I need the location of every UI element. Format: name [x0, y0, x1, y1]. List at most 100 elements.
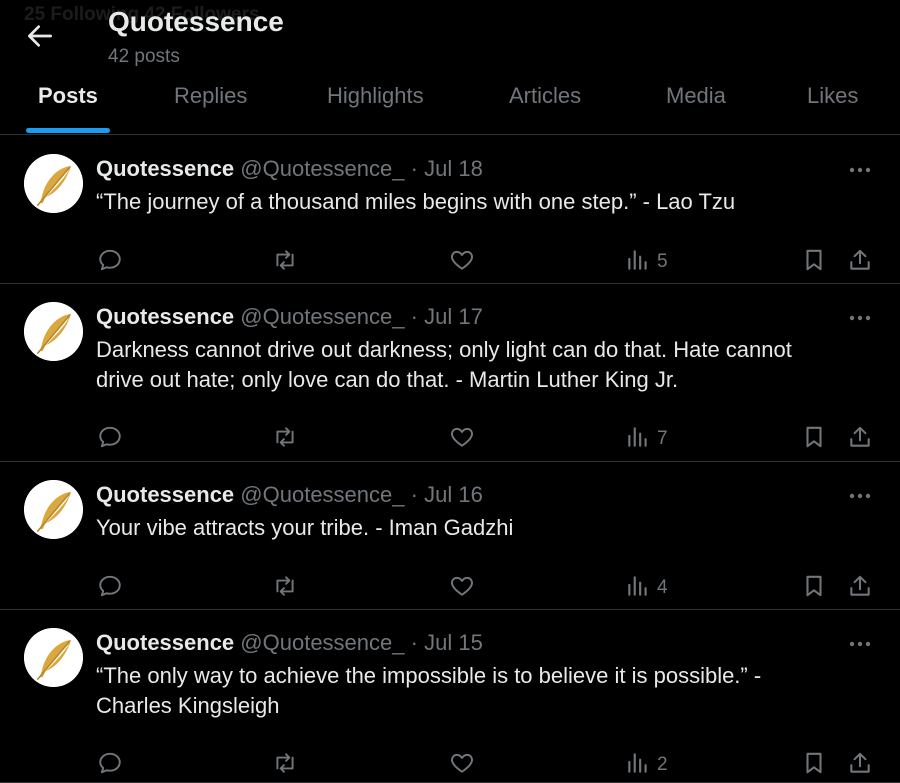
- bookmark-icon: [801, 424, 827, 455]
- views-count: 5: [657, 251, 668, 272]
- reply-button[interactable]: [97, 752, 123, 778]
- bookmark-icon: [801, 750, 827, 781]
- meta-separator: ·: [410, 630, 418, 655]
- views-button[interactable]: 7: [625, 426, 668, 452]
- views-button[interactable]: 2: [625, 752, 668, 778]
- bookmark-button[interactable]: [801, 752, 827, 778]
- heart-icon: [449, 247, 475, 278]
- post-date[interactable]: Jul 17: [424, 304, 483, 329]
- repost-icon: [272, 247, 298, 278]
- bookmark-icon: [801, 573, 827, 604]
- bar-chart-icon: [625, 424, 651, 455]
- like-button[interactable]: [449, 575, 475, 601]
- bar-chart-icon: [625, 247, 651, 278]
- post-text-line: “The journey of a thousand miles begins …: [96, 189, 736, 214]
- share-button[interactable]: [847, 426, 873, 452]
- share-button[interactable]: [847, 752, 873, 778]
- tab-replies[interactable]: Replies: [174, 72, 247, 134]
- repost-button[interactable]: [272, 752, 298, 778]
- bookmark-button[interactable]: [801, 249, 827, 275]
- bookmark-button[interactable]: [801, 426, 827, 452]
- repost-icon: [272, 573, 298, 604]
- tab-media[interactable]: Media: [666, 72, 726, 134]
- avatar[interactable]: [24, 154, 83, 213]
- author-handle[interactable]: @Quotessence_: [240, 156, 404, 181]
- profile-tabs: Posts Replies Highlights Articles Media …: [0, 72, 900, 135]
- post-text: Darkness cannot drive out darkness; only…: [96, 335, 856, 395]
- post-text-line: “The only way to achieve the impossible …: [96, 663, 762, 688]
- meta-separator: ·: [410, 304, 418, 329]
- share-icon: [847, 750, 873, 781]
- post-count: 42 posts: [108, 46, 180, 67]
- more-horizontal-icon[interactable]: [845, 637, 875, 651]
- bookmark-icon: [801, 247, 827, 278]
- reply-icon: [97, 247, 123, 278]
- profile-header: 25 Following 42 Followers Quotessence 42…: [0, 0, 900, 72]
- post-meta: Quotessence @Quotessence_ · Jul 16: [96, 482, 483, 508]
- reply-icon: [97, 573, 123, 604]
- post-item[interactable]: Quotessence @Quotessence_ · Jul 15 “The o…: [0, 610, 900, 783]
- more-horizontal-icon[interactable]: [845, 163, 875, 177]
- avatar[interactable]: [24, 480, 83, 539]
- like-button[interactable]: [449, 752, 475, 778]
- views-count: 4: [657, 577, 668, 598]
- reply-icon: [97, 424, 123, 455]
- author-name[interactable]: Quotessence: [96, 304, 234, 329]
- post-text-line: drive out hate; only love can do that. -…: [96, 367, 679, 392]
- arrow-left-icon[interactable]: [24, 20, 56, 52]
- tab-posts[interactable]: Posts: [38, 72, 98, 134]
- views-button[interactable]: 4: [625, 575, 668, 601]
- tab-highlights[interactable]: Highlights: [327, 72, 424, 134]
- author-handle[interactable]: @Quotessence_: [240, 630, 404, 655]
- post-text-line: Darkness cannot drive out darkness; only…: [96, 337, 792, 362]
- author-handle[interactable]: @Quotessence_: [240, 482, 404, 507]
- bookmark-button[interactable]: [801, 575, 827, 601]
- profile-title: Quotessence: [108, 6, 284, 37]
- reply-icon: [97, 750, 123, 781]
- author-handle[interactable]: @Quotessence_: [240, 304, 404, 329]
- post-text: “The journey of a thousand miles begins …: [96, 187, 856, 217]
- heart-icon: [449, 750, 475, 781]
- repost-icon: [272, 750, 298, 781]
- repost-button[interactable]: [272, 426, 298, 452]
- reply-button[interactable]: [97, 575, 123, 601]
- reply-button[interactable]: [97, 249, 123, 275]
- views-button[interactable]: 5: [625, 249, 668, 275]
- post-meta: Quotessence @Quotessence_ · Jul 18: [96, 156, 483, 182]
- share-icon: [847, 424, 873, 455]
- more-horizontal-icon[interactable]: [845, 311, 875, 325]
- post-date[interactable]: Jul 15: [424, 630, 483, 655]
- like-button[interactable]: [449, 249, 475, 275]
- active-tab-indicator: [26, 128, 110, 133]
- heart-icon: [449, 424, 475, 455]
- share-icon: [847, 573, 873, 604]
- author-name[interactable]: Quotessence: [96, 630, 234, 655]
- author-name[interactable]: Quotessence: [96, 156, 234, 181]
- meta-separator: ·: [410, 482, 418, 507]
- tab-articles[interactable]: Articles: [509, 72, 581, 134]
- post-item[interactable]: Quotessence @Quotessence_ · Jul 16 Your v…: [0, 462, 900, 610]
- tab-likes[interactable]: Likes: [807, 72, 858, 134]
- repost-button[interactable]: [272, 249, 298, 275]
- post-item[interactable]: Quotessence @Quotessence_ · Jul 17 Darkne…: [0, 284, 900, 462]
- share-button[interactable]: [847, 249, 873, 275]
- avatar[interactable]: [24, 302, 83, 361]
- heart-icon: [449, 573, 475, 604]
- reply-button[interactable]: [97, 426, 123, 452]
- post-date[interactable]: Jul 18: [424, 156, 483, 181]
- avatar[interactable]: [24, 628, 83, 687]
- views-count: 7: [657, 428, 668, 449]
- post-text: Your vibe attracts your tribe. - Iman Ga…: [96, 513, 856, 543]
- views-count: 2: [657, 754, 668, 775]
- like-button[interactable]: [449, 426, 475, 452]
- author-name[interactable]: Quotessence: [96, 482, 234, 507]
- post-text-line: Your vibe attracts your tribe. - Iman Ga…: [96, 515, 514, 540]
- repost-button[interactable]: [272, 575, 298, 601]
- bar-chart-icon: [625, 750, 651, 781]
- share-button[interactable]: [847, 575, 873, 601]
- post-text: “The only way to achieve the impossible …: [96, 661, 856, 721]
- post-meta: Quotessence @Quotessence_ · Jul 17: [96, 304, 483, 330]
- more-horizontal-icon[interactable]: [845, 489, 875, 503]
- post-item[interactable]: Quotessence @Quotessence_ · Jul 18 “The j…: [0, 136, 900, 284]
- post-date[interactable]: Jul 16: [424, 482, 483, 507]
